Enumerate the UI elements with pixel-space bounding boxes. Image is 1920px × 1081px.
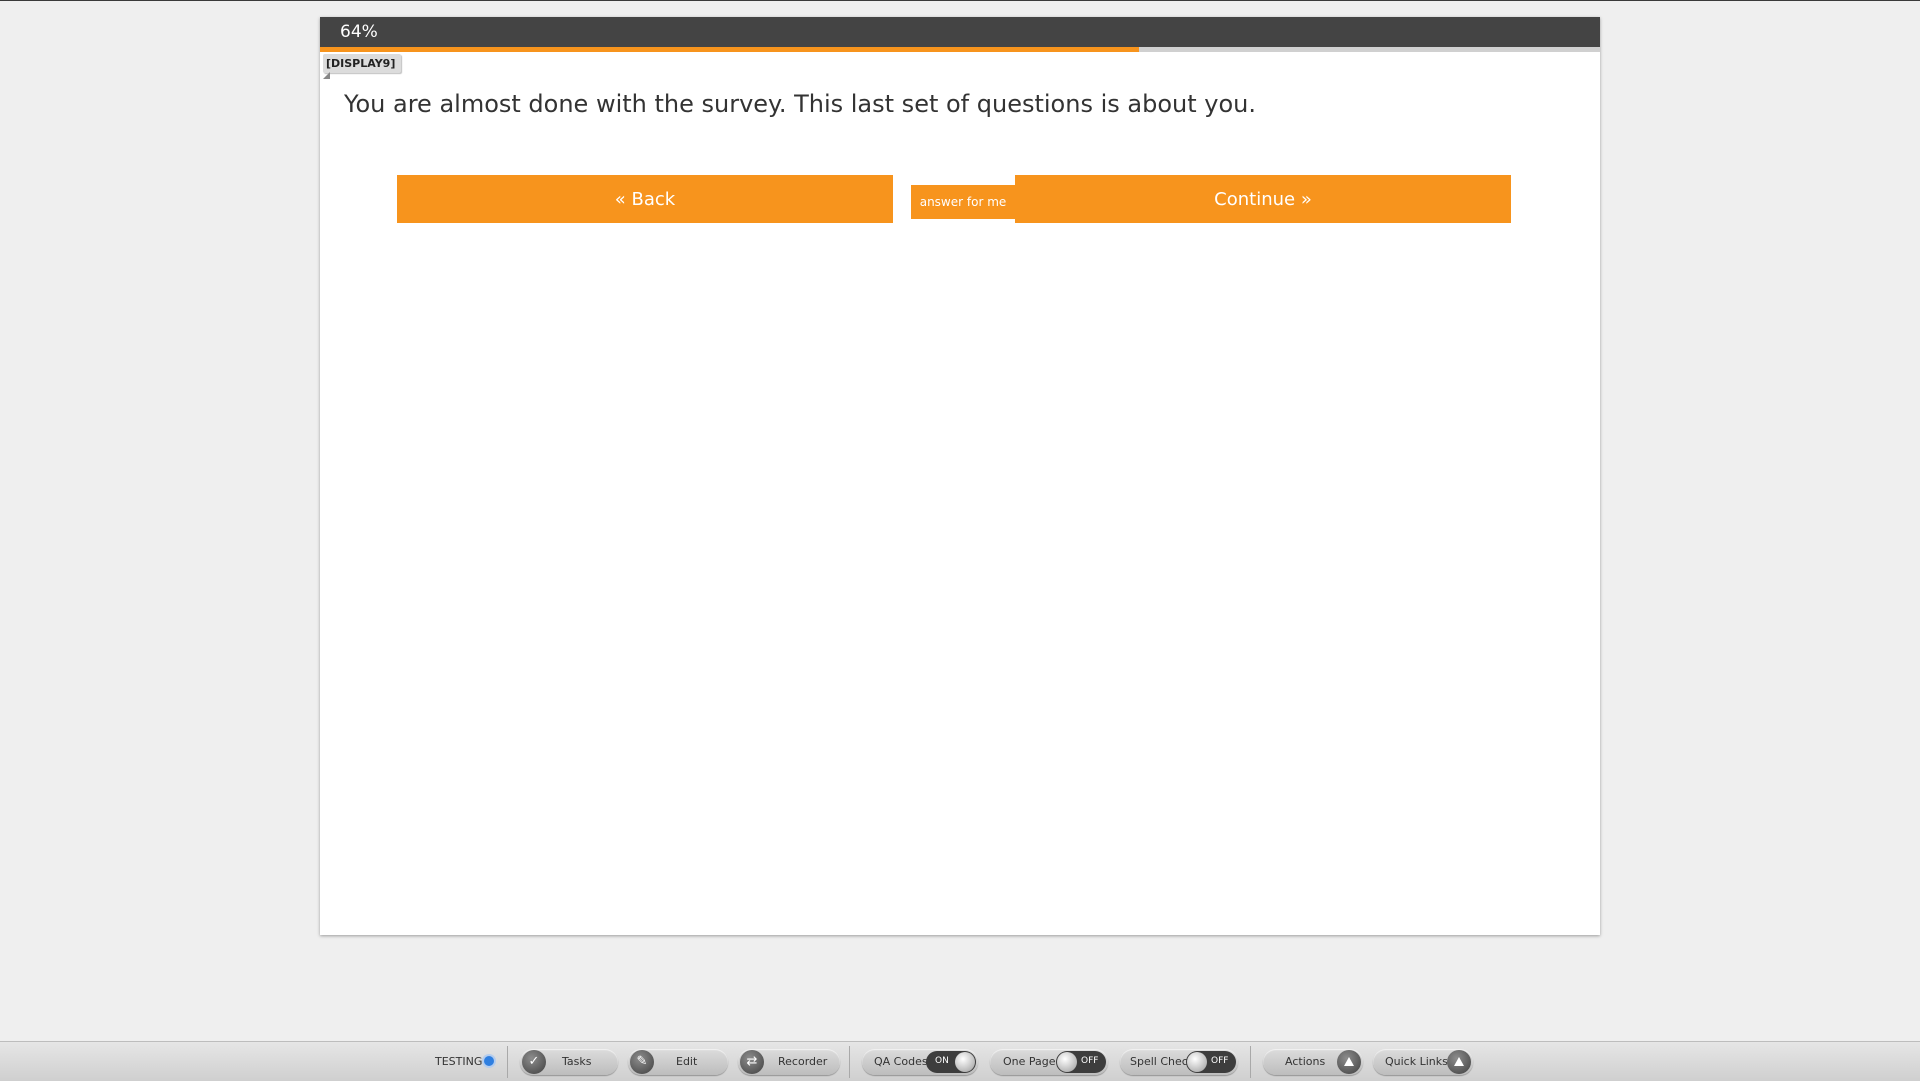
quick-links-label: Quick Links	[1385, 1055, 1448, 1068]
continue-button[interactable]: Continue »	[1015, 175, 1511, 223]
one-page-toggle[interactable]: One Page OFF	[990, 1049, 1108, 1075]
testing-status-dot	[484, 1056, 494, 1066]
toolbar-separator	[507, 1046, 508, 1078]
toggle-knob	[1187, 1052, 1207, 1072]
qa-codes-label: QA Codes	[874, 1055, 928, 1068]
edit-label: Edit	[676, 1055, 698, 1068]
arrow-up-icon	[1337, 1050, 1361, 1074]
tasks-button[interactable]: ✓ Tasks	[520, 1049, 618, 1075]
recorder-icon: ⇄	[740, 1050, 764, 1074]
testing-label: TESTING	[435, 1055, 483, 1068]
progress-bar	[320, 47, 1600, 52]
spell-check-state: OFF	[1211, 1056, 1229, 1066]
top-rule	[0, 0, 1920, 1]
edit-button[interactable]: ✎ Edit	[628, 1049, 728, 1075]
progress-percent: 64%	[340, 22, 378, 42]
back-button[interactable]: « Back	[397, 175, 893, 223]
actions-label: Actions	[1285, 1055, 1326, 1068]
one-page-switch[interactable]: OFF	[1056, 1051, 1106, 1073]
toolbar-separator	[849, 1046, 850, 1078]
question-text: You are almost done with the survey. Thi…	[344, 90, 1256, 118]
toggle-knob	[955, 1052, 975, 1072]
qa-codes-switch[interactable]: ON	[926, 1051, 976, 1073]
spell-check-toggle[interactable]: Spell Check OFF	[1120, 1049, 1238, 1075]
edit-icon: ✎	[630, 1050, 654, 1074]
spell-check-label: Spell Check	[1130, 1055, 1195, 1068]
quick-links-menu-button[interactable]: Quick Links	[1373, 1049, 1473, 1075]
qa-toolbar: TESTING ✓ Tasks ✎ Edit ⇄ Recorder QA Cod…	[0, 1041, 1920, 1081]
arrow-up-icon	[1447, 1050, 1471, 1074]
spell-check-switch[interactable]: OFF	[1186, 1051, 1236, 1073]
one-page-label: One Page	[1003, 1055, 1056, 1068]
survey-card: 64% [DISPLAY9] You are almost done with …	[320, 17, 1600, 935]
progress-bar-fill	[320, 47, 1140, 52]
tasks-label: Tasks	[562, 1055, 592, 1068]
actions-menu-button[interactable]: Actions	[1263, 1049, 1363, 1075]
progress-header: 64%	[320, 17, 1600, 47]
qa-label-tail	[323, 72, 330, 79]
toolbar-separator	[1250, 1046, 1251, 1078]
recorder-button[interactable]: ⇄ Recorder	[738, 1049, 840, 1075]
one-page-state: OFF	[1081, 1056, 1099, 1066]
qa-code-label: [DISPLAY9]	[323, 54, 402, 73]
checkmark-icon: ✓	[522, 1050, 546, 1074]
toggle-knob	[1057, 1052, 1077, 1072]
qa-codes-toggle[interactable]: QA Codes ON	[862, 1049, 978, 1075]
answer-for-me-button[interactable]: answer for me	[911, 185, 1015, 219]
qa-codes-state: ON	[935, 1056, 949, 1066]
recorder-label: Recorder	[778, 1055, 828, 1068]
